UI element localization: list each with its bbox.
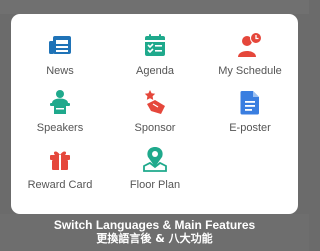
caption-banner: Switch Languages & Main Features 更換語言後 &… — [0, 214, 309, 251]
handshake-star-icon — [144, 90, 165, 114]
gift-icon — [50, 151, 70, 170]
menu-item-label: News — [46, 65, 74, 77]
menu-item-label: Floor Plan — [129, 179, 181, 191]
menu-item-floor-plan[interactable]: Floor Plan — [107, 145, 203, 205]
newspaper-icon — [49, 36, 71, 54]
caption-line-chinese: 更換語言後 & 八大功能 — [96, 232, 213, 245]
menu-item-label: Reward Card — [27, 179, 93, 191]
menu-item-sponsor[interactable]: Sponsor — [107, 88, 203, 148]
menu-item-agenda[interactable]: Agenda — [107, 31, 203, 91]
menu-item-e-poster[interactable]: E-poster — [202, 88, 298, 148]
menu-item-news[interactable]: News — [12, 31, 108, 91]
speaker-podium-icon — [50, 90, 70, 114]
map-pin-icon — [143, 147, 167, 172]
menu-item-label: My Schedule — [218, 65, 282, 77]
top-band — [0, 0, 309, 14]
menu-item-speakers[interactable]: Speakers — [12, 88, 108, 148]
menu-item-label: Sponsor — [134, 122, 176, 134]
caption-line-english: Switch Languages & Main Features — [53, 218, 256, 232]
menu-item-label: E-poster — [229, 122, 271, 134]
menu-item-reward-card[interactable]: Reward Card — [12, 145, 108, 205]
person-clock-icon — [238, 32, 262, 57]
document-icon — [240, 91, 259, 115]
menu-item-label: Agenda — [136, 65, 174, 77]
features-menu-card: News Agenda My Schedule Speakers Sponsor… — [11, 14, 298, 214]
calendar-checklist-icon — [145, 34, 165, 56]
menu-item-label: Speakers — [36, 122, 84, 134]
menu-item-my-schedule[interactable]: My Schedule — [202, 31, 298, 91]
